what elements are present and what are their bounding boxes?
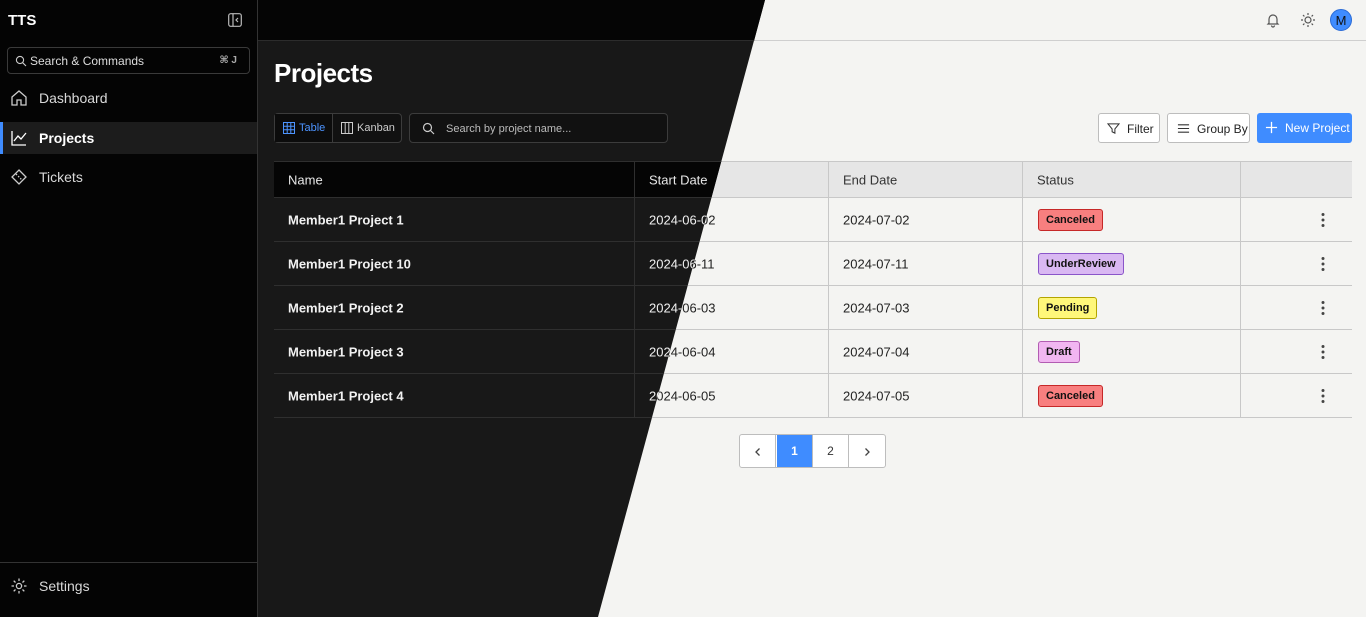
end-date-cell: 2024-07-03 xyxy=(828,286,1022,329)
command-shortcut: ⌘ J xyxy=(219,55,237,66)
header-actions xyxy=(1240,162,1352,197)
header-name[interactable]: Name xyxy=(274,162,634,197)
command-search-label: Search & Commands xyxy=(30,54,145,68)
sidebar-item-dashboard[interactable]: Dashboard xyxy=(0,82,257,114)
project-name-cell[interactable]: Member1 Project 10 xyxy=(274,242,634,285)
header-end-date[interactable]: End Date xyxy=(828,162,1022,197)
ticket-icon xyxy=(11,169,27,185)
sidebar-divider xyxy=(0,562,257,563)
project-name-cell[interactable]: Member1 Project 1 xyxy=(274,198,634,241)
more-vertical-icon[interactable] xyxy=(1319,212,1327,228)
next-page-button[interactable] xyxy=(849,435,885,467)
gear-icon xyxy=(11,578,27,594)
status-cell: UnderReview xyxy=(1022,242,1240,285)
more-vertical-icon[interactable] xyxy=(1319,300,1327,316)
chevron-left-icon xyxy=(754,447,760,456)
prev-page-button[interactable] xyxy=(740,435,776,467)
row-actions-cell xyxy=(1240,330,1352,373)
status-badge: Canceled xyxy=(1038,208,1103,231)
more-vertical-icon[interactable] xyxy=(1319,344,1327,360)
status-badge: UnderReview xyxy=(1038,252,1124,275)
end-date-cell: 2024-07-11 xyxy=(828,242,1022,285)
row-actions-cell xyxy=(1240,198,1352,241)
end-date-cell: 2024-07-04 xyxy=(828,330,1022,373)
status-badge: Pending xyxy=(1038,296,1098,319)
start-date-cell: 2024-06-05 xyxy=(634,374,828,417)
sidebar-item-label: Projects xyxy=(39,130,95,146)
sidebar-collapse-icon[interactable] xyxy=(228,13,242,27)
status-cell: Draft xyxy=(1022,330,1240,373)
sidebar-item-label: Tickets xyxy=(39,169,83,185)
status-cell: Canceled xyxy=(1022,374,1240,417)
page-button-1[interactable]: 1 xyxy=(777,435,813,467)
page-button-2[interactable]: 2 xyxy=(813,435,849,467)
end-date-cell: 2024-07-05 xyxy=(828,374,1022,417)
status-cell: Canceled xyxy=(1022,198,1240,241)
home-icon xyxy=(11,90,27,106)
end-date-cell: 2024-07-02 xyxy=(828,198,1022,241)
sidebar: TTS Search & Commands ⌘ J Dashboard Proj… xyxy=(0,0,258,617)
sidebar-item-projects[interactable]: Projects xyxy=(0,122,257,154)
project-name-cell[interactable]: Member1 Project 4 xyxy=(274,374,634,417)
chart-line-icon xyxy=(11,131,27,146)
status-badge: Canceled xyxy=(1038,384,1103,407)
pagination: 1 2 xyxy=(739,434,886,468)
row-actions-cell xyxy=(1240,242,1352,285)
search-icon xyxy=(15,55,27,67)
header-status[interactable]: Status xyxy=(1022,162,1240,197)
status-cell: Pending xyxy=(1022,286,1240,329)
row-actions-cell xyxy=(1240,286,1352,329)
app-brand: TTS xyxy=(8,12,37,29)
settings-label: Settings xyxy=(39,578,90,594)
command-search[interactable]: Search & Commands ⌘ J xyxy=(7,47,250,74)
more-vertical-icon[interactable] xyxy=(1319,256,1327,272)
more-vertical-icon[interactable] xyxy=(1319,388,1327,404)
row-actions-cell xyxy=(1240,374,1352,417)
project-name-cell[interactable]: Member1 Project 3 xyxy=(274,330,634,373)
sidebar-item-settings[interactable]: Settings xyxy=(0,570,257,602)
sidebar-item-tickets[interactable]: Tickets xyxy=(0,161,257,193)
status-badge: Draft xyxy=(1038,340,1080,363)
project-name-cell[interactable]: Member1 Project 2 xyxy=(274,286,634,329)
chevron-right-icon xyxy=(865,447,870,456)
sidebar-item-label: Dashboard xyxy=(39,90,108,106)
